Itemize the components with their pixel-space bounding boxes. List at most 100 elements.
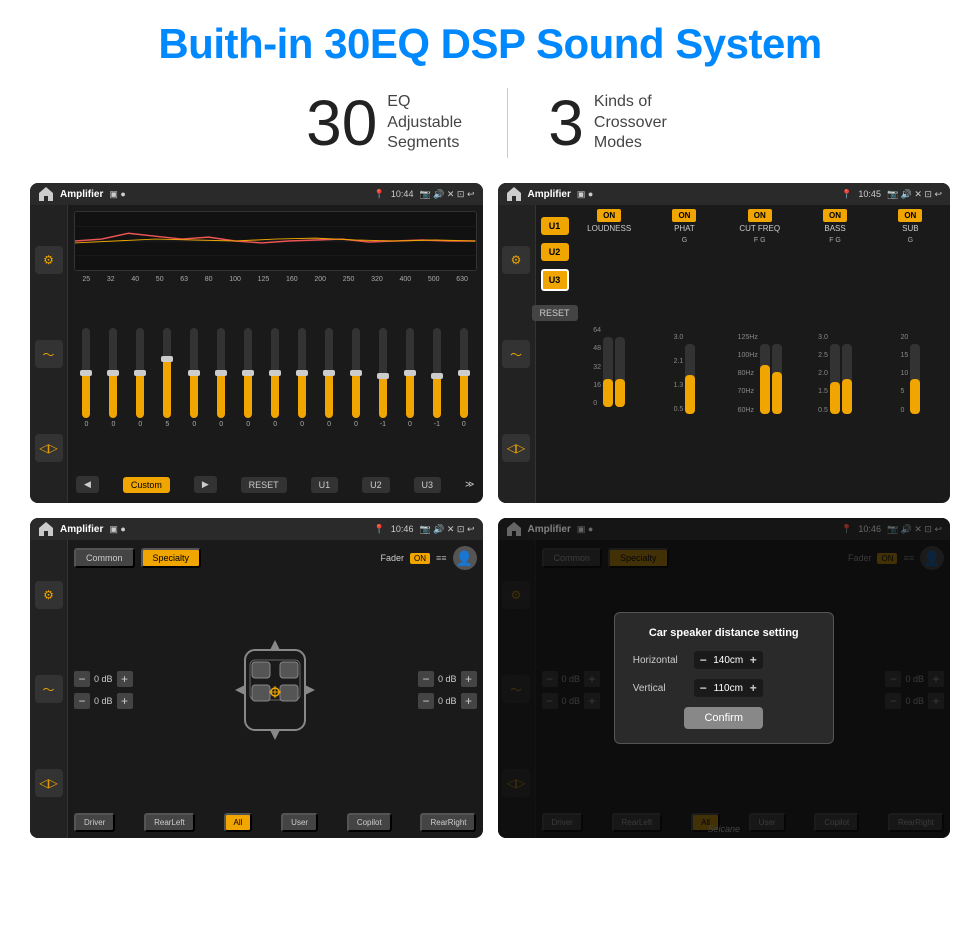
eq-wave-icon[interactable]: 〜 (35, 340, 63, 368)
next-btn[interactable]: ▶ (194, 476, 217, 493)
eq-slider-14[interactable]: -1 (433, 287, 441, 468)
screen-eq: Amplifier ▣ ● 📍 10:44 📷 🔊 ✕ ⊡ ↩ ⚙ 〜 ◁▷ (30, 183, 483, 503)
status-bar-1: Amplifier ▣ ● 📍 10:44 📷 🔊 ✕ ⊡ ↩ (30, 183, 483, 205)
sub-slider[interactable] (910, 344, 920, 414)
channel-phat: ON PHAT G 3.02.11.30.5 (649, 209, 720, 499)
eq-slider-12[interactable]: -1 (379, 287, 387, 468)
eq-graph (74, 211, 477, 271)
eq-volume-icon-2[interactable]: ◁▷ (502, 434, 530, 462)
phat-label: PHAT (674, 224, 695, 233)
channel-loudness: ON LOUDNESS 644832160 (574, 209, 645, 499)
bass-slider-r[interactable] (842, 344, 852, 414)
page-title: Buith-in 30EQ DSP Sound System (158, 20, 821, 68)
copilot-btn[interactable]: Copilot (347, 813, 392, 832)
home-icon (38, 186, 54, 202)
rearleft-btn[interactable]: RearLeft (144, 813, 195, 832)
dialog-vertical-row: Vertical − 110cm + (633, 679, 815, 697)
vertical-label: Vertical (633, 683, 688, 694)
vertical-value: 110cm (711, 683, 746, 694)
u3-btn[interactable]: U3 (414, 477, 442, 493)
cutfreq-label: CUT FREQ (739, 224, 780, 233)
horizontal-minus[interactable]: − (700, 653, 707, 667)
eq-wave-icon-2[interactable]: 〜 (502, 340, 530, 368)
screen2-title: Amplifier (528, 189, 571, 200)
eq-slider-15[interactable]: 0 (460, 287, 468, 468)
vol-rr-plus[interactable]: + (461, 693, 477, 709)
u1-btn[interactable]: U1 (311, 477, 339, 493)
loudness-slider-l[interactable] (603, 337, 613, 407)
stats-row: 30 EQ AdjustableSegments 3 Kinds ofCross… (266, 88, 714, 158)
vol-fl-plus[interactable]: + (117, 671, 133, 687)
all-btn[interactable]: All (224, 813, 253, 832)
crossover-reset-btn[interactable]: RESET (532, 305, 578, 321)
eq-volume-icon[interactable]: ◁▷ (35, 434, 63, 462)
eq-slider-7[interactable]: 0 (244, 287, 252, 468)
vol-rl-minus[interactable]: − (74, 693, 90, 709)
vol-fr-minus[interactable]: − (418, 671, 434, 687)
vol-fl-value: 0 dB (94, 674, 113, 684)
u3-crossover-btn[interactable]: U3 (541, 269, 569, 291)
stat-eq: 30 EQ AdjustableSegments (266, 91, 507, 155)
home-icon-3 (38, 521, 54, 537)
driver-btn[interactable]: Driver (74, 813, 115, 832)
vertical-plus[interactable]: + (750, 681, 757, 695)
eq-slider-8[interactable]: 0 (271, 287, 279, 468)
vol-row-rl: − 0 dB + (74, 693, 133, 709)
cutfreq-slider-l[interactable] (760, 344, 770, 414)
eq-screen-content: ⚙ 〜 ◁▷ (30, 205, 483, 503)
eq-slider-13[interactable]: 0 (406, 287, 414, 468)
eq-slider-2[interactable]: 0 (109, 287, 117, 468)
vol-fr-plus[interactable]: + (461, 671, 477, 687)
u2-btn[interactable]: U2 (362, 477, 390, 493)
sub-label: SUB (902, 224, 918, 233)
spec-volume-icon[interactable]: ◁▷ (35, 769, 63, 797)
eq-slider-3[interactable]: 0 (136, 287, 144, 468)
vertical-minus[interactable]: − (700, 681, 707, 695)
vol-fl-minus[interactable]: − (74, 671, 90, 687)
eq-slider-5[interactable]: 0 (190, 287, 198, 468)
cutfreq-slider-r[interactable] (772, 344, 782, 414)
stat-crossover-label: Kinds ofCrossover Modes (594, 92, 674, 154)
eq-tune-icon[interactable]: ⚙ (35, 246, 63, 274)
eq-graph-svg (75, 212, 476, 270)
bass-slider-l[interactable] (830, 344, 840, 414)
channel-sub: ON SUB G 20151050 (875, 209, 946, 499)
eq-slider-1[interactable]: 0 (82, 287, 90, 468)
specialty-screen-content: ⚙ 〜 ◁▷ Common Specialty Fader ON (30, 540, 483, 838)
reset-btn[interactable]: RESET (241, 477, 287, 493)
vol-row-fl: − 0 dB + (74, 671, 133, 687)
vol-rl-plus[interactable]: + (117, 693, 133, 709)
prev-btn[interactable]: ◀ (76, 476, 99, 493)
common-tab-3[interactable]: Common (74, 548, 135, 568)
screen3-title: Amplifier (60, 524, 103, 535)
stat-crossover: 3 Kinds ofCrossover Modes (508, 91, 714, 155)
eq-slider-6[interactable]: 0 (217, 287, 225, 468)
cutfreq-on-badge: ON (748, 209, 772, 222)
vertical-control: − 110cm + (694, 679, 763, 697)
dialog-title: Car speaker distance setting (633, 627, 815, 639)
vol-rr-minus[interactable]: − (418, 693, 434, 709)
bass-on-badge: ON (823, 209, 847, 222)
eq-sliders: 0 0 0 5 (74, 287, 477, 468)
horizontal-plus[interactable]: + (750, 653, 757, 667)
rearright-btn[interactable]: RearRight (420, 813, 476, 832)
eq-slider-10[interactable]: 0 (325, 287, 333, 468)
screen-crossover: Amplifier ▣ ● 📍 10:45 📷 🔊 ✕ ⊡ ↩ ⚙ 〜 ◁▷ (498, 183, 951, 503)
u1-crossover-btn[interactable]: U1 (541, 217, 569, 235)
status-bar-3: Amplifier ▣ ● 📍 10:46 📷 🔊 ✕ ⊡ ↩ (30, 518, 483, 540)
eq-slider-4[interactable]: 5 (163, 287, 171, 468)
eq-slider-9[interactable]: 0 (298, 287, 306, 468)
screen1-time: 10:44 (391, 189, 414, 199)
loudness-slider-r[interactable] (615, 337, 625, 407)
confirm-button[interactable]: Confirm (684, 707, 763, 729)
spec-wave-icon[interactable]: 〜 (35, 675, 63, 703)
user-btn[interactable]: User (281, 813, 318, 832)
eq-slider-11[interactable]: 0 (352, 287, 360, 468)
specialty-tab-3[interactable]: Specialty (141, 548, 202, 568)
person-icon-3: 👤 (453, 546, 477, 570)
phat-slider[interactable] (685, 344, 695, 414)
spec-tune-icon[interactable]: ⚙ (35, 581, 63, 609)
horizontal-control: − 140cm + (694, 651, 763, 669)
eq-tune-icon-2[interactable]: ⚙ (502, 246, 530, 274)
u2-crossover-btn[interactable]: U2 (541, 243, 569, 261)
